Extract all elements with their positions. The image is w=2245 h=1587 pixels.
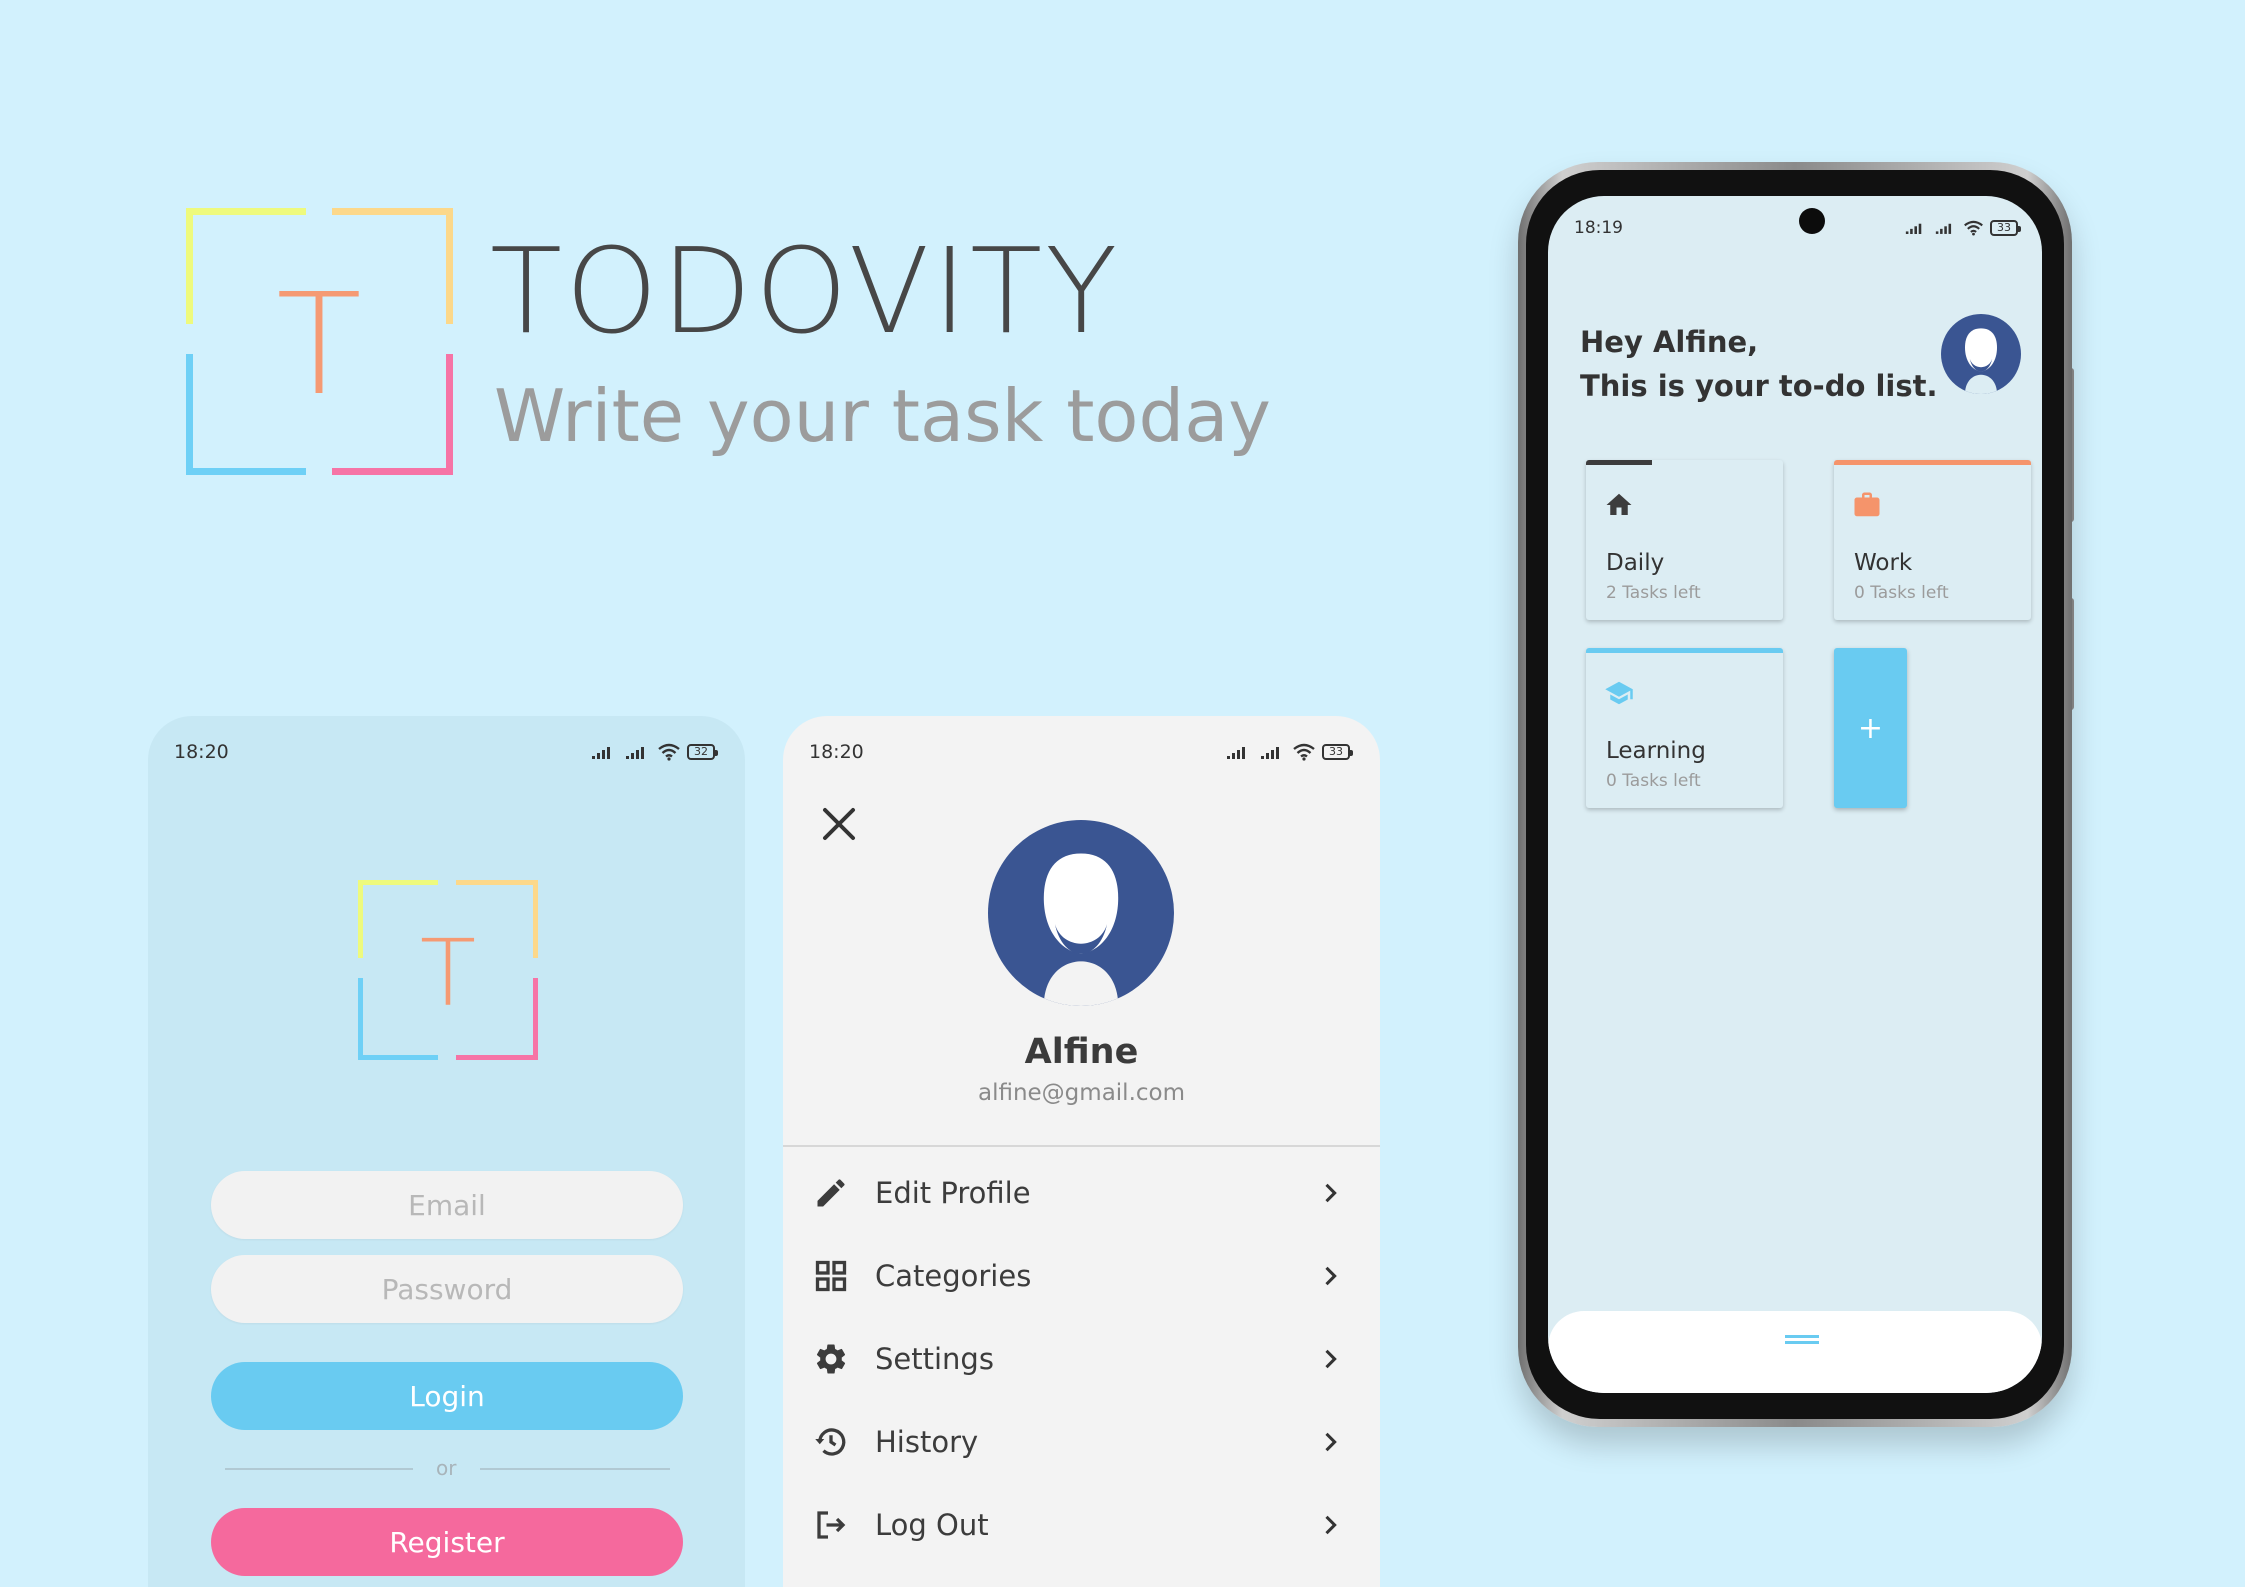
- signal-icon: [1935, 223, 1952, 234]
- close-icon[interactable]: [819, 804, 859, 844]
- signal-icon: [626, 747, 644, 759]
- wifi-icon: [658, 743, 680, 761]
- status-icons: 33: [1226, 743, 1353, 761]
- history-icon: [815, 1428, 846, 1456]
- todovity-logo: T: [358, 880, 538, 1060]
- status-bar: 18:20 33: [783, 738, 1380, 766]
- menu-item-label: History: [875, 1425, 979, 1459]
- home-icon: [1606, 493, 1632, 515]
- category-card-work[interactable]: Work 0 Tasks left: [1834, 460, 2031, 620]
- category-name: Learning: [1606, 738, 1706, 764]
- wifi-icon: [1293, 743, 1315, 761]
- menu-item-label: Edit Profile: [875, 1176, 1031, 1210]
- status-time: 18:20: [174, 741, 229, 763]
- chevron-right-icon: [1325, 1432, 1337, 1452]
- status-bar: 18:20 32: [148, 738, 745, 766]
- category-card-learning[interactable]: Learning 0 Tasks left: [1586, 648, 1783, 808]
- grid-icon: [815, 1260, 847, 1292]
- menu-item-edit-profile[interactable]: Edit Profile: [783, 1158, 1380, 1228]
- chevron-right-icon: [1325, 1266, 1337, 1286]
- login-screen: 18:20 32 T Email Password Login or Regis…: [148, 716, 745, 1587]
- card-accent: [1586, 648, 1783, 653]
- menu-item-categories[interactable]: Categories: [783, 1241, 1380, 1311]
- category-tasks-left: 0 Tasks left: [1854, 583, 1949, 603]
- menu-item-history[interactable]: History: [783, 1407, 1380, 1477]
- menu-item-label: Settings: [875, 1342, 994, 1376]
- signal-icon: [1905, 223, 1922, 234]
- graduation-cap-icon: [1605, 681, 1633, 705]
- status-time: 18:20: [809, 741, 864, 763]
- signal-icon: [592, 747, 610, 759]
- profile-email: alfine@gmail.com: [977, 1080, 1185, 1106]
- menu-item-label: Log Out: [875, 1508, 989, 1542]
- app-tagline: Write your task today: [494, 374, 1271, 458]
- gear-icon: [816, 1344, 846, 1374]
- bottom-sheet[interactable]: [1548, 1311, 2042, 1393]
- menu-item-settings[interactable]: Settings: [783, 1324, 1380, 1394]
- battery-icon: 33: [1322, 744, 1353, 760]
- login-button[interactable]: Login: [211, 1362, 683, 1430]
- greeting-line: Hey Alfine,: [1580, 325, 1759, 359]
- greeting-line: This is your to-do list.: [1580, 369, 1938, 403]
- phone-frame: 18:19 33 Hey Alfine, This is your to-do …: [1518, 162, 2072, 1427]
- briefcase-icon: [1854, 492, 1880, 517]
- register-button[interactable]: Register: [211, 1508, 683, 1576]
- category-tasks-left: 2 Tasks left: [1606, 583, 1701, 603]
- chevron-right-icon: [1325, 1183, 1337, 1203]
- email-field[interactable]: Email: [211, 1171, 683, 1239]
- category-tasks-left: 0 Tasks left: [1606, 771, 1701, 791]
- phone-bezel: 18:19 33 Hey Alfine, This is your to-do …: [1526, 170, 2064, 1419]
- divider-left: [225, 1468, 413, 1470]
- avatar[interactable]: [1941, 314, 2021, 394]
- category-name: Daily: [1606, 550, 1665, 576]
- add-category-button[interactable]: +: [1834, 648, 1907, 808]
- logout-icon: [817, 1511, 846, 1539]
- greeting: Hey Alfine, This is your to-do list.: [1580, 320, 1938, 408]
- chevron-right-icon: [1325, 1349, 1337, 1369]
- todovity-logo: T: [186, 208, 453, 475]
- category-card-daily[interactable]: Daily 2 Tasks left: [1586, 460, 1783, 620]
- home-screen: 18:19 33 Hey Alfine, This is your to-do …: [1548, 196, 2042, 1393]
- pencil-icon: [817, 1179, 845, 1207]
- status-icons: 33: [1905, 220, 2021, 236]
- or-label: or: [436, 1456, 457, 1480]
- profile-name: Alfine: [1024, 1032, 1139, 1072]
- sheet-handle[interactable]: [1785, 1335, 1819, 1338]
- wifi-icon: [1964, 220, 1983, 236]
- avatar: [988, 820, 1174, 1006]
- menu-item-log-out[interactable]: Log Out: [783, 1490, 1380, 1560]
- status-icons: 32: [591, 743, 718, 761]
- menu-item-label: Categories: [875, 1259, 1032, 1293]
- battery-icon: 33: [1990, 220, 2021, 236]
- chevron-right-icon: [1325, 1515, 1337, 1535]
- divider: [783, 1145, 1380, 1147]
- password-field[interactable]: Password: [211, 1255, 683, 1323]
- status-bar: 18:19 33: [1548, 216, 2042, 240]
- battery-icon: 32: [687, 744, 718, 760]
- category-name: Work: [1854, 550, 1913, 576]
- profile-menu-screen: 18:20 33 Alfine alfine@gmail.com Edit Pr…: [783, 716, 1380, 1587]
- logo-letter: T: [276, 264, 362, 427]
- sheet-handle[interactable]: [1785, 1341, 1819, 1344]
- status-time: 18:19: [1574, 218, 1623, 238]
- app-title: TODOVITY: [490, 222, 1121, 360]
- divider-right: [480, 1468, 670, 1470]
- card-accent: [1586, 460, 1652, 465]
- card-accent: [1834, 460, 2031, 465]
- logo-letter: T: [420, 920, 476, 1027]
- signal-icon: [1227, 747, 1245, 759]
- signal-icon: [1261, 747, 1279, 759]
